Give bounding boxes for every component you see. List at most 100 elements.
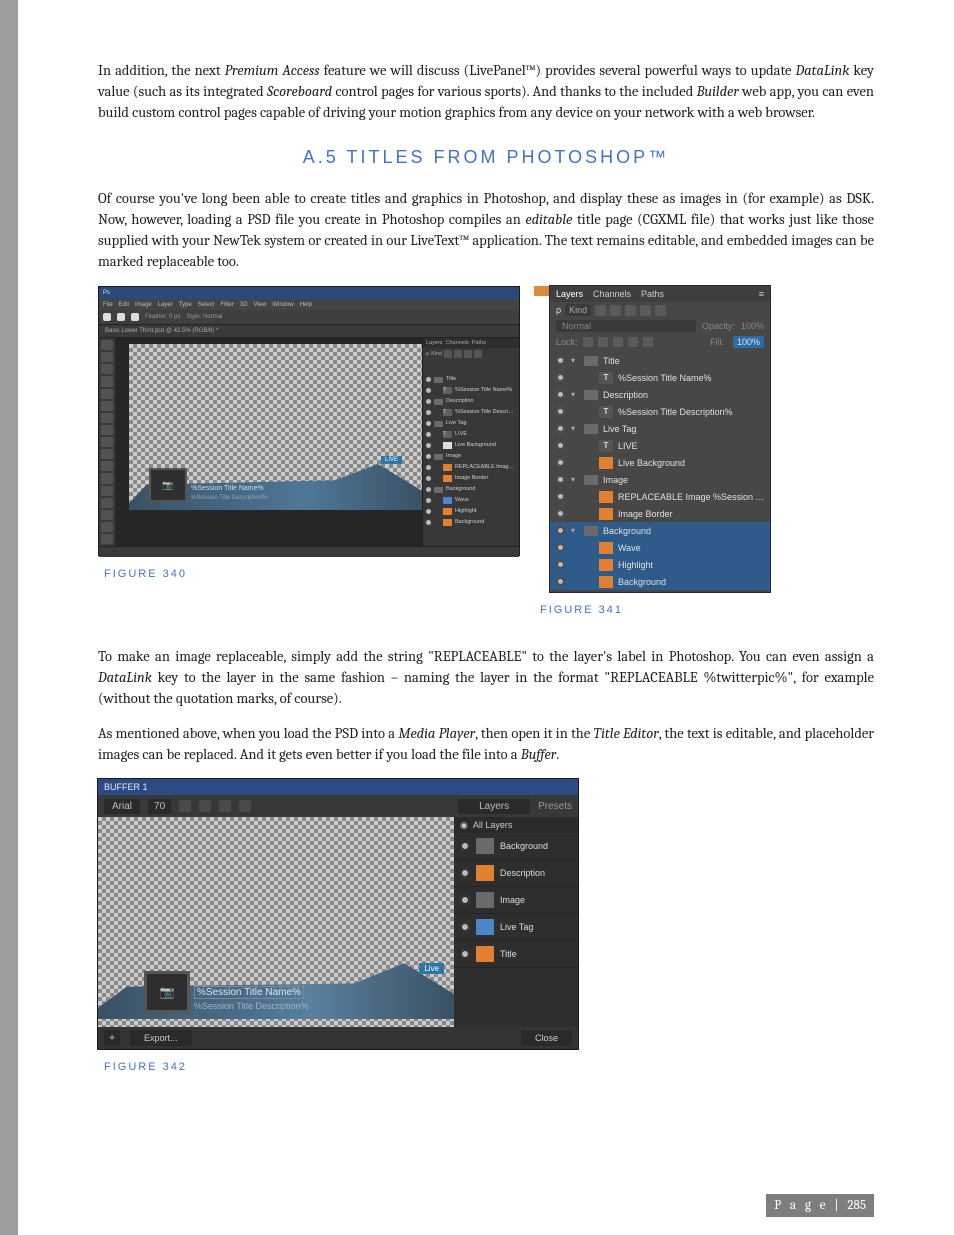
layer-row: Wave xyxy=(426,495,516,505)
lock-row: Lock: Fill: 100% xyxy=(550,334,770,350)
export-button[interactable]: Export... xyxy=(130,1030,192,1046)
live-tag: LIVE xyxy=(381,456,402,464)
eye-icon xyxy=(554,458,566,467)
layer-name: Image xyxy=(446,453,516,459)
presets-tab[interactable]: Presets xyxy=(538,801,572,812)
layer-name: LIVE xyxy=(455,431,516,437)
folder-icon xyxy=(584,390,598,400)
layer-thumbnail xyxy=(599,508,613,520)
eye-icon xyxy=(554,577,566,586)
layer-name: Wave xyxy=(618,543,766,553)
layer-name: Live Tag xyxy=(500,922,572,932)
figure-342-buffer-editor: BUFFER 1 Arial 70 Layers Presets Live 📷 xyxy=(98,779,578,1049)
type-layer-icon: T xyxy=(599,406,613,418)
lock-pos-icon xyxy=(613,337,623,347)
layer-row[interactable]: Image xyxy=(454,887,578,914)
ps-menubar: File Edit Image Layer Type Select Filter… xyxy=(99,299,519,310)
layers-filter-row: ρKind xyxy=(550,302,770,318)
eye-icon xyxy=(554,492,566,501)
layer-row[interactable]: Title xyxy=(454,941,578,968)
placeholder-image[interactable]: 📷 xyxy=(144,971,190,1013)
paragraph-3: To make an image replaceable, simply add… xyxy=(98,646,874,709)
layer-thumb xyxy=(434,377,443,383)
layers-panel-tabs: Layers Channels Paths ≡ xyxy=(550,286,770,302)
add-button[interactable]: + xyxy=(104,1030,120,1046)
folder-icon xyxy=(584,475,598,485)
layer-thumb xyxy=(443,497,452,504)
eye-icon xyxy=(426,377,431,382)
figure-342-caption: FIGURE 342 xyxy=(104,1061,874,1073)
eye-icon[interactable] xyxy=(460,868,470,878)
figure-341-caption: FIGURE 341 xyxy=(540,604,770,616)
layer-row[interactable]: Background xyxy=(454,833,578,860)
layer-name: %Session Title Name% xyxy=(455,387,516,393)
layer-row[interactable]: Description xyxy=(454,860,578,887)
filter-adjust-icon xyxy=(610,305,621,316)
description-text-field[interactable]: %Session Title Description% xyxy=(194,1001,309,1011)
eye-icon[interactable] xyxy=(460,949,470,959)
layer-name: LIVE xyxy=(618,441,766,451)
layer-thumbnail xyxy=(476,892,494,908)
layer-row[interactable]: Live Tag xyxy=(454,914,578,941)
eye-icon xyxy=(426,465,431,470)
eye-icon: ◉ xyxy=(460,820,468,831)
layer-thumbnail xyxy=(599,491,613,503)
layer-thumb xyxy=(443,464,452,471)
eye-icon[interactable] xyxy=(460,922,470,932)
lasso-tool-icon xyxy=(101,364,113,374)
eye-icon xyxy=(554,407,566,416)
layer-thumbnail xyxy=(599,457,613,469)
close-button[interactable]: Close xyxy=(521,1030,572,1046)
eye-icon[interactable] xyxy=(460,841,470,851)
layer-thumb xyxy=(434,454,443,460)
layer-name: REPLACEABLE Image %Session Title Image% xyxy=(618,492,766,502)
layer-name: Description xyxy=(603,390,766,400)
all-layers-row[interactable]: ◉ All Layers xyxy=(454,817,578,833)
pen-tool-icon xyxy=(101,473,113,483)
eye-icon xyxy=(554,526,566,535)
layer-name: Description xyxy=(446,398,516,404)
font-size-input[interactable]: 70 xyxy=(148,799,171,814)
brush-tool-icon xyxy=(101,413,113,423)
layer-name: Live Tag xyxy=(446,420,516,426)
eye-icon[interactable] xyxy=(460,895,470,905)
layer-row: Background xyxy=(550,573,770,590)
layer-name: Background xyxy=(455,519,516,525)
bold-icon[interactable] xyxy=(179,800,191,812)
layer-row: T%Session Title Name% xyxy=(550,369,770,386)
layer-thumbnail xyxy=(599,576,613,588)
layer-name: Title xyxy=(446,376,516,382)
blur-tool-icon xyxy=(101,461,113,471)
layer-row: Live Tag xyxy=(426,418,516,428)
underline-icon[interactable] xyxy=(219,800,231,812)
eye-icon xyxy=(554,543,566,552)
filter-smart-icon xyxy=(655,305,666,316)
caret-icon: ▾ xyxy=(571,390,579,399)
hand-tool-icon xyxy=(101,522,113,532)
font-select[interactable]: Arial xyxy=(104,799,140,814)
filter-shape-icon xyxy=(640,305,651,316)
eye-icon xyxy=(426,410,431,415)
layer-row: Live Background xyxy=(426,440,516,450)
layer-name: %Session Title Name% xyxy=(618,373,766,383)
live-tag: Live xyxy=(419,963,444,974)
layer-row: Title xyxy=(426,374,516,384)
layer-name: Title xyxy=(603,356,766,366)
layer-row: REPLACEABLE Image %Session Title Image% xyxy=(550,488,770,505)
italic-icon[interactable] xyxy=(199,800,211,812)
align-icon[interactable] xyxy=(239,800,251,812)
eye-icon xyxy=(426,487,431,492)
layer-row: Highlight xyxy=(550,556,770,573)
layer-row: Image Border xyxy=(426,473,516,483)
ps-titlebar: Ps xyxy=(99,287,519,299)
layer-name: Background xyxy=(446,486,516,492)
layer-thumbnail xyxy=(599,559,613,571)
ps-document-tab: Basic Lower Third.psd @ 42.5% (RGB/8) * xyxy=(99,325,519,338)
filter-type-icon xyxy=(625,305,636,316)
layer-thumb xyxy=(443,508,452,515)
layers-tab[interactable]: Layers xyxy=(458,799,530,814)
layer-name: Background xyxy=(500,841,572,851)
layer-thumbnail xyxy=(476,919,494,935)
title-text-field[interactable]: %Session Title Name% xyxy=(194,986,304,999)
move-tool-icon xyxy=(101,340,113,350)
